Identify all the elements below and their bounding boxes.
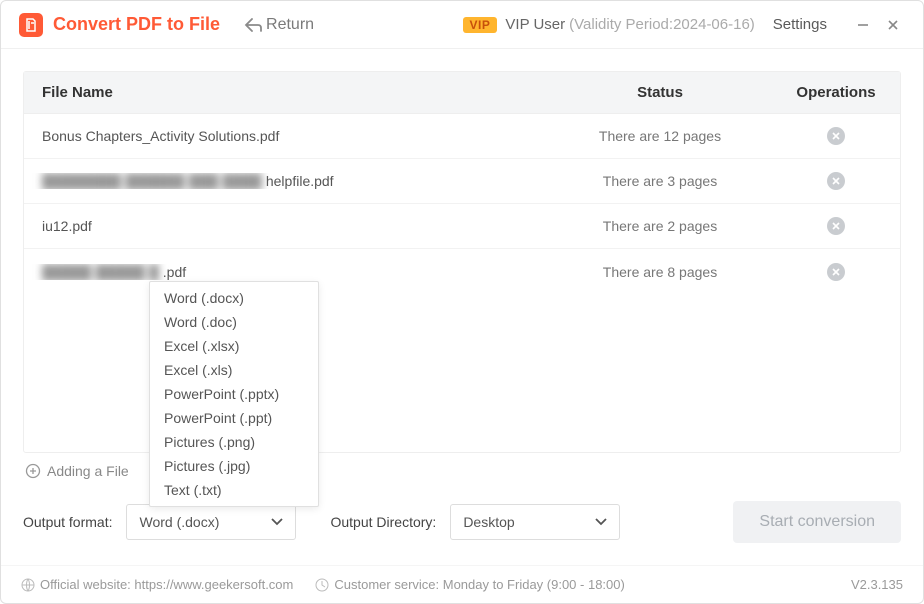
- dropdown-item[interactable]: PowerPoint (.pptx): [150, 382, 318, 406]
- file-name-cell: Bonus Chapters_Activity Solutions.pdf: [24, 128, 540, 144]
- clock-icon: [315, 578, 329, 592]
- dropdown-item[interactable]: Word (.doc): [150, 310, 318, 334]
- output-format-dropdown: Word (.docx)Word (.doc)Excel (.xlsx)Exce…: [149, 281, 319, 507]
- vip-badge: VIP: [463, 17, 498, 33]
- file-name-cell: ████████ ██████ ███ ████ helpfile.pdf: [24, 173, 540, 189]
- dropdown-item[interactable]: Excel (.xls): [150, 358, 318, 382]
- app-logo-icon: [19, 13, 43, 37]
- file-name: .pdf: [163, 264, 186, 280]
- table-row[interactable]: iu12.pdf There are 2 pages: [24, 204, 900, 249]
- dropdown-item[interactable]: Pictures (.jpg): [150, 454, 318, 478]
- version-label: V2.3.135: [851, 577, 903, 592]
- file-ops-cell: [780, 263, 900, 281]
- options-row: Output format: Word (.docx) Output Direc…: [23, 501, 901, 543]
- dropdown-item[interactable]: Pictures (.png): [150, 430, 318, 454]
- file-status-cell: There are 3 pages: [540, 173, 780, 189]
- output-format-value: Word (.docx): [139, 514, 219, 530]
- app-title: Convert PDF to File: [53, 14, 220, 35]
- file-name: Bonus Chapters_Activity Solutions.pdf: [42, 128, 279, 144]
- output-directory-select[interactable]: Desktop: [450, 504, 620, 540]
- table-row[interactable]: ████████ ██████ ███ ████ helpfile.pdfThe…: [24, 159, 900, 204]
- vip-user-label: VIP User: [505, 16, 565, 33]
- delete-file-icon[interactable]: [827, 217, 845, 235]
- output-directory-label: Output Directory:: [330, 514, 436, 530]
- table-body: Bonus Chapters_Activity Solutions.pdf The…: [24, 114, 900, 294]
- return-button[interactable]: Return: [244, 16, 314, 34]
- dropdown-item[interactable]: Text (.txt): [150, 478, 318, 502]
- globe-icon: [21, 578, 35, 592]
- delete-file-icon[interactable]: [827, 172, 845, 190]
- file-name-cell: █████ █████ █ .pdf: [24, 264, 540, 280]
- chevron-down-icon: [595, 518, 607, 526]
- output-format-select[interactable]: Word (.docx): [126, 504, 296, 540]
- file-ops-cell: [780, 172, 900, 190]
- header-filename: File Name: [24, 84, 540, 101]
- file-status-cell: There are 2 pages: [540, 218, 780, 234]
- close-button[interactable]: [881, 13, 905, 37]
- table-row[interactable]: Bonus Chapters_Activity Solutions.pdf The…: [24, 114, 900, 159]
- file-name: iu12.pdf: [42, 218, 92, 234]
- header-operations: Operations: [780, 84, 900, 101]
- file-ops-cell: [780, 217, 900, 235]
- title-bar: Convert PDF to File Return VIP VIP User …: [1, 1, 923, 49]
- main-content: File Name Status Operations Bonus Chapte…: [1, 49, 923, 543]
- footer: Official website: https://www.geekersoft…: [1, 565, 923, 603]
- start-conversion-button[interactable]: Start conversion: [733, 501, 901, 543]
- file-ops-cell: [780, 127, 900, 145]
- file-status-cell: There are 12 pages: [540, 128, 780, 144]
- dropdown-item[interactable]: Excel (.xlsx): [150, 334, 318, 358]
- add-file-label: Adding a File: [47, 463, 129, 479]
- delete-file-icon[interactable]: [827, 263, 845, 281]
- customer-service-label: Customer service: Monday to Friday (9:00…: [334, 577, 624, 592]
- chevron-down-icon: [271, 518, 283, 526]
- header-status: Status: [540, 84, 780, 101]
- file-status-cell: There are 8 pages: [540, 264, 780, 280]
- validity-period: (Validity Period:2024-06-16): [569, 16, 755, 33]
- dropdown-item[interactable]: PowerPoint (.ppt): [150, 406, 318, 430]
- file-name-cell: iu12.pdf: [24, 218, 540, 234]
- settings-button[interactable]: Settings: [773, 16, 827, 33]
- dropdown-item[interactable]: Word (.docx): [150, 286, 318, 310]
- return-label: Return: [266, 16, 314, 34]
- official-website-link[interactable]: Official website: https://www.geekersoft…: [40, 577, 293, 592]
- minimize-button[interactable]: [851, 13, 875, 37]
- output-format-label: Output format:: [23, 514, 112, 530]
- table-header: File Name Status Operations: [24, 72, 900, 114]
- file-name: helpfile.pdf: [266, 173, 334, 189]
- output-directory-value: Desktop: [463, 514, 514, 530]
- delete-file-icon[interactable]: [827, 127, 845, 145]
